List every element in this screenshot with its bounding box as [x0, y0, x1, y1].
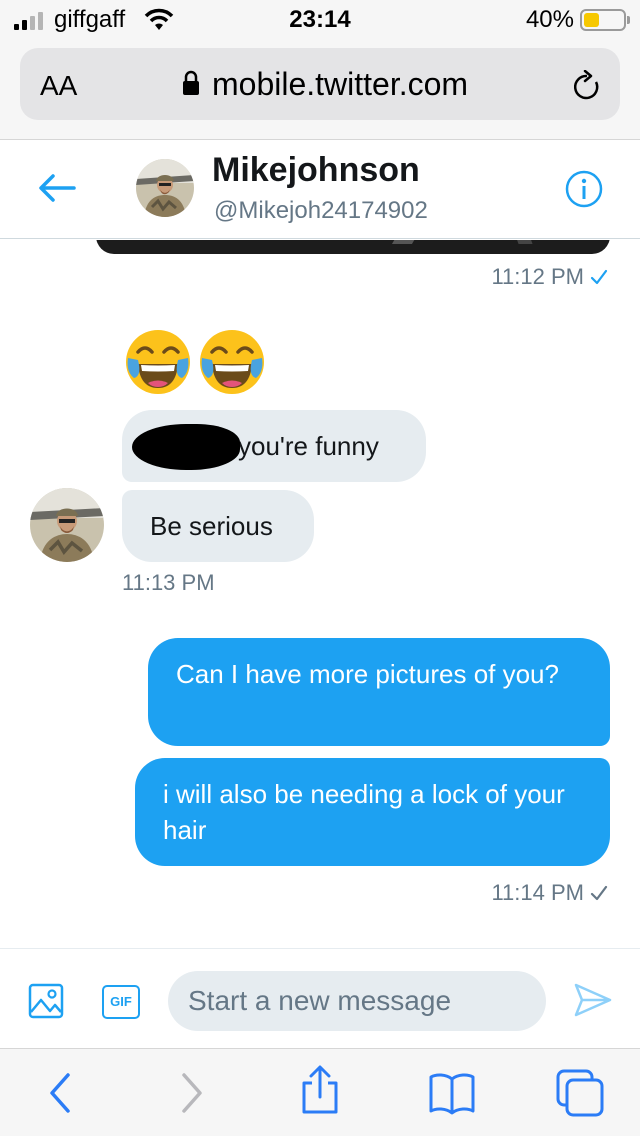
message-timestamp: 11:13 PM [122, 570, 215, 595]
contact-handle: @Mikejoh24174902 [214, 197, 428, 224]
browser-forward-icon[interactable] [168, 1071, 212, 1115]
tears-of-joy-emoji [126, 330, 190, 394]
message-text: you're funny [238, 431, 379, 461]
battery-icon [580, 9, 630, 31]
outgoing-message-bubble[interactable]: i will also be needing a lock of your ha… [135, 758, 610, 866]
message-timestamp: 11:12 PM [491, 264, 608, 290]
status-bar: giffgaff 23:14 40% [0, 0, 640, 40]
message-timestamp: 11:14 PM [491, 880, 608, 906]
message-text: i will also be needing a lock of your ha… [163, 779, 565, 845]
send-icon[interactable] [574, 983, 612, 1017]
incoming-message-bubble[interactable]: Be serious [122, 490, 314, 562]
tabs-icon[interactable] [556, 1069, 604, 1117]
battery-percentage: 40% [525, 6, 574, 33]
message-input[interactable] [168, 971, 546, 1031]
sent-check-icon [590, 269, 608, 285]
message-composer: GIF [0, 948, 640, 1048]
tears-of-joy-emoji [200, 330, 264, 394]
url-text[interactable]: mobile.twitter.com [212, 66, 468, 103]
contact-name[interactable]: Mikejohnson [212, 151, 420, 190]
conversation-header: Mikejohnson @Mikejoh24174902 [0, 141, 640, 239]
browser-toolbar [0, 1048, 640, 1136]
header-avatar[interactable] [136, 159, 194, 217]
emoji-message[interactable] [124, 328, 272, 398]
share-icon[interactable] [298, 1065, 342, 1115]
outgoing-message-bubble[interactable]: Can I have more pictures of you? [148, 638, 610, 746]
media-message-image[interactable] [96, 240, 610, 254]
sent-check-icon [590, 885, 608, 901]
text-size-button[interactable]: AA [40, 70, 77, 102]
back-arrow-icon[interactable] [38, 173, 76, 203]
info-icon[interactable] [564, 169, 604, 209]
image-icon[interactable] [28, 983, 64, 1019]
gif-button[interactable]: GIF [102, 985, 140, 1019]
battery-fill [584, 13, 600, 27]
lock-icon [183, 70, 199, 95]
sender-avatar[interactable] [30, 488, 104, 562]
message-thread[interactable]: 11:12 PM you're funny Be serious 11:13 P… [0, 240, 640, 948]
redaction-mark [132, 424, 240, 470]
message-text: Be serious [150, 511, 273, 541]
reload-icon[interactable] [572, 70, 602, 102]
message-text: Can I have more pictures of you? [176, 659, 559, 689]
browser-address-area: AA mobile.twitter.com [0, 40, 640, 140]
browser-back-icon[interactable] [40, 1071, 84, 1115]
address-bar[interactable]: AA mobile.twitter.com [20, 48, 620, 120]
bookmarks-icon[interactable] [428, 1071, 476, 1115]
